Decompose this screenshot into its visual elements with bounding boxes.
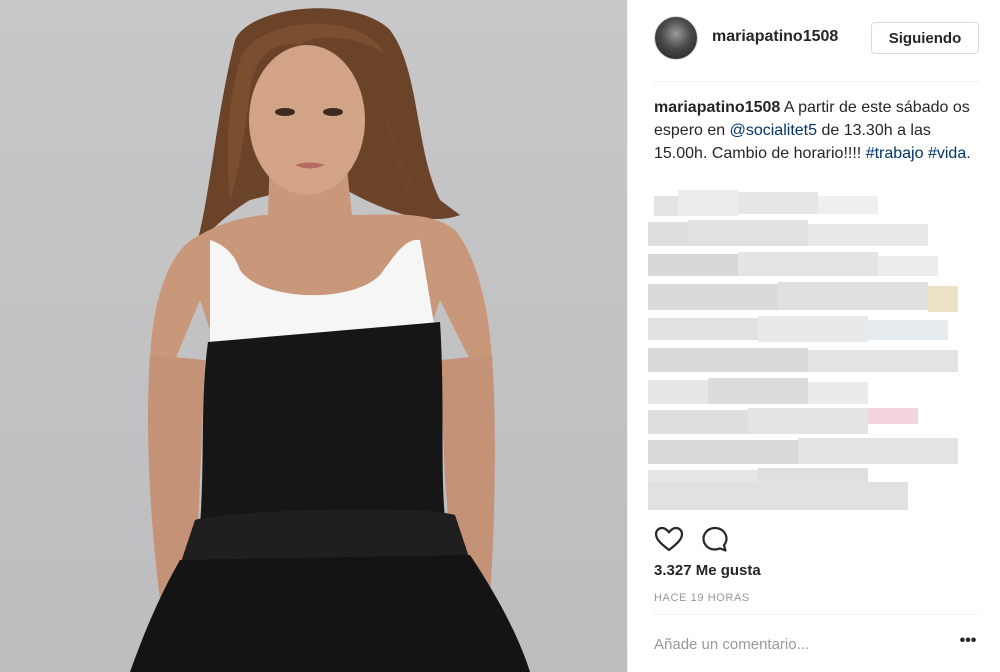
- following-button[interactable]: Siguiendo: [871, 22, 979, 54]
- hashtag-trabajo-link[interactable]: #trabajo: [866, 145, 924, 162]
- heart-icon[interactable]: [654, 524, 684, 554]
- like-count[interactable]: 3.327 Me gusta: [654, 562, 761, 579]
- more-options-icon[interactable]: •••: [956, 633, 980, 654]
- post-header: mariapatino1508 Siguiendo: [628, 0, 1000, 82]
- comment-bubble-icon[interactable]: [700, 524, 730, 554]
- caption-text-3: .: [966, 145, 971, 162]
- comment-input[interactable]: [654, 632, 914, 656]
- post-photo-illustration: [130, 8, 530, 672]
- post-sidebar: mariapatino1508 Siguiendo mariapatino150…: [627, 0, 1000, 672]
- pixelated-comments: [648, 182, 978, 512]
- post-caption: mariapatino1508 A partir de este sábado …: [654, 96, 984, 165]
- username-link[interactable]: mariapatino1508: [712, 28, 848, 46]
- avatar[interactable]: [654, 16, 698, 60]
- post-timestamp: HACE 19 HORAS: [654, 592, 750, 604]
- comment-divider: [654, 614, 978, 615]
- hashtag-vida-link[interactable]: #vida: [928, 145, 966, 162]
- mention-link[interactable]: @socialitet5: [730, 122, 817, 139]
- caption-username[interactable]: mariapatino1508: [654, 99, 780, 116]
- header-divider: [654, 81, 979, 82]
- post-actions: [654, 524, 754, 554]
- post-photo: [0, 0, 627, 672]
